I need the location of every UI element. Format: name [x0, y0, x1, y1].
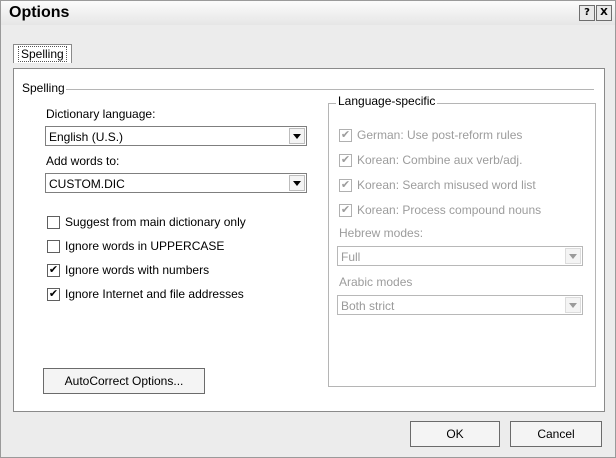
dialog-title: Options [9, 4, 70, 21]
hebrew-modes-label: Hebrew modes: [339, 226, 424, 240]
chevron-down-icon[interactable] [289, 128, 305, 144]
checkbox-label: Ignore Internet and file addresses [65, 287, 244, 301]
arabic-modes-select: Both strict [337, 295, 583, 315]
checkbox-label: Korean: Combine aux verb/adj. [357, 153, 523, 167]
check-icon: ✔ [339, 179, 352, 192]
check-icon: ✔ [339, 129, 352, 142]
cancel-button[interactable]: Cancel [510, 421, 602, 447]
hebrew-modes-value: Full [341, 250, 361, 264]
arabic-modes-value: Both strict [341, 299, 395, 313]
check-icon: ✔ [339, 154, 352, 167]
add-words-to-select[interactable]: CUSTOM.DIC [45, 173, 307, 193]
spelling-section-label: Spelling [22, 81, 65, 95]
chevron-down-icon [565, 248, 581, 264]
check-icon[interactable]: ✔ [47, 288, 60, 301]
check-icon[interactable]: ✔ [47, 264, 60, 277]
language-specific-group [328, 103, 596, 387]
checkbox-label: Suggest from main dictionary only [65, 215, 246, 229]
add-words-to-label: Add words to: [46, 154, 120, 168]
chevron-down-icon[interactable] [289, 175, 305, 191]
close-icon[interactable]: X [596, 5, 612, 21]
dictionary-language-value: English (U.S.) [49, 130, 124, 144]
check-icon: ✔ [339, 204, 352, 217]
add-words-to-value: CUSTOM.DIC [49, 177, 125, 191]
checkbox-label: Ignore words with numbers [65, 263, 210, 277]
tab-spelling-label: Spelling [18, 46, 67, 62]
arabic-modes-label: Arabic modes [339, 275, 413, 289]
dictionary-language-label: Dictionary language: [46, 107, 156, 121]
checkbox-label: Korean: Process compound nouns [357, 203, 542, 217]
language-specific-title: Language-specific [336, 94, 438, 108]
chevron-down-icon [565, 297, 581, 313]
dictionary-language-select[interactable]: English (U.S.) [45, 126, 307, 146]
title-bar: Options ? X [1, 1, 615, 25]
ok-button[interactable]: OK [410, 421, 500, 447]
checkbox-box[interactable] [47, 216, 60, 229]
checkbox-label: German: Use post-reform rules [357, 128, 523, 142]
section-divider [66, 89, 594, 90]
tab-spelling[interactable]: Spelling [13, 44, 72, 63]
help-icon[interactable]: ? [579, 5, 595, 21]
hebrew-modes-select: Full [337, 246, 583, 266]
autocorrect-options-button[interactable]: AutoCorrect Options... [43, 368, 205, 394]
checkbox-label: Ignore words in UPPERCASE [65, 239, 225, 253]
checkbox-label: Korean: Search misused word list [357, 178, 536, 192]
checkbox-box[interactable] [47, 240, 60, 253]
